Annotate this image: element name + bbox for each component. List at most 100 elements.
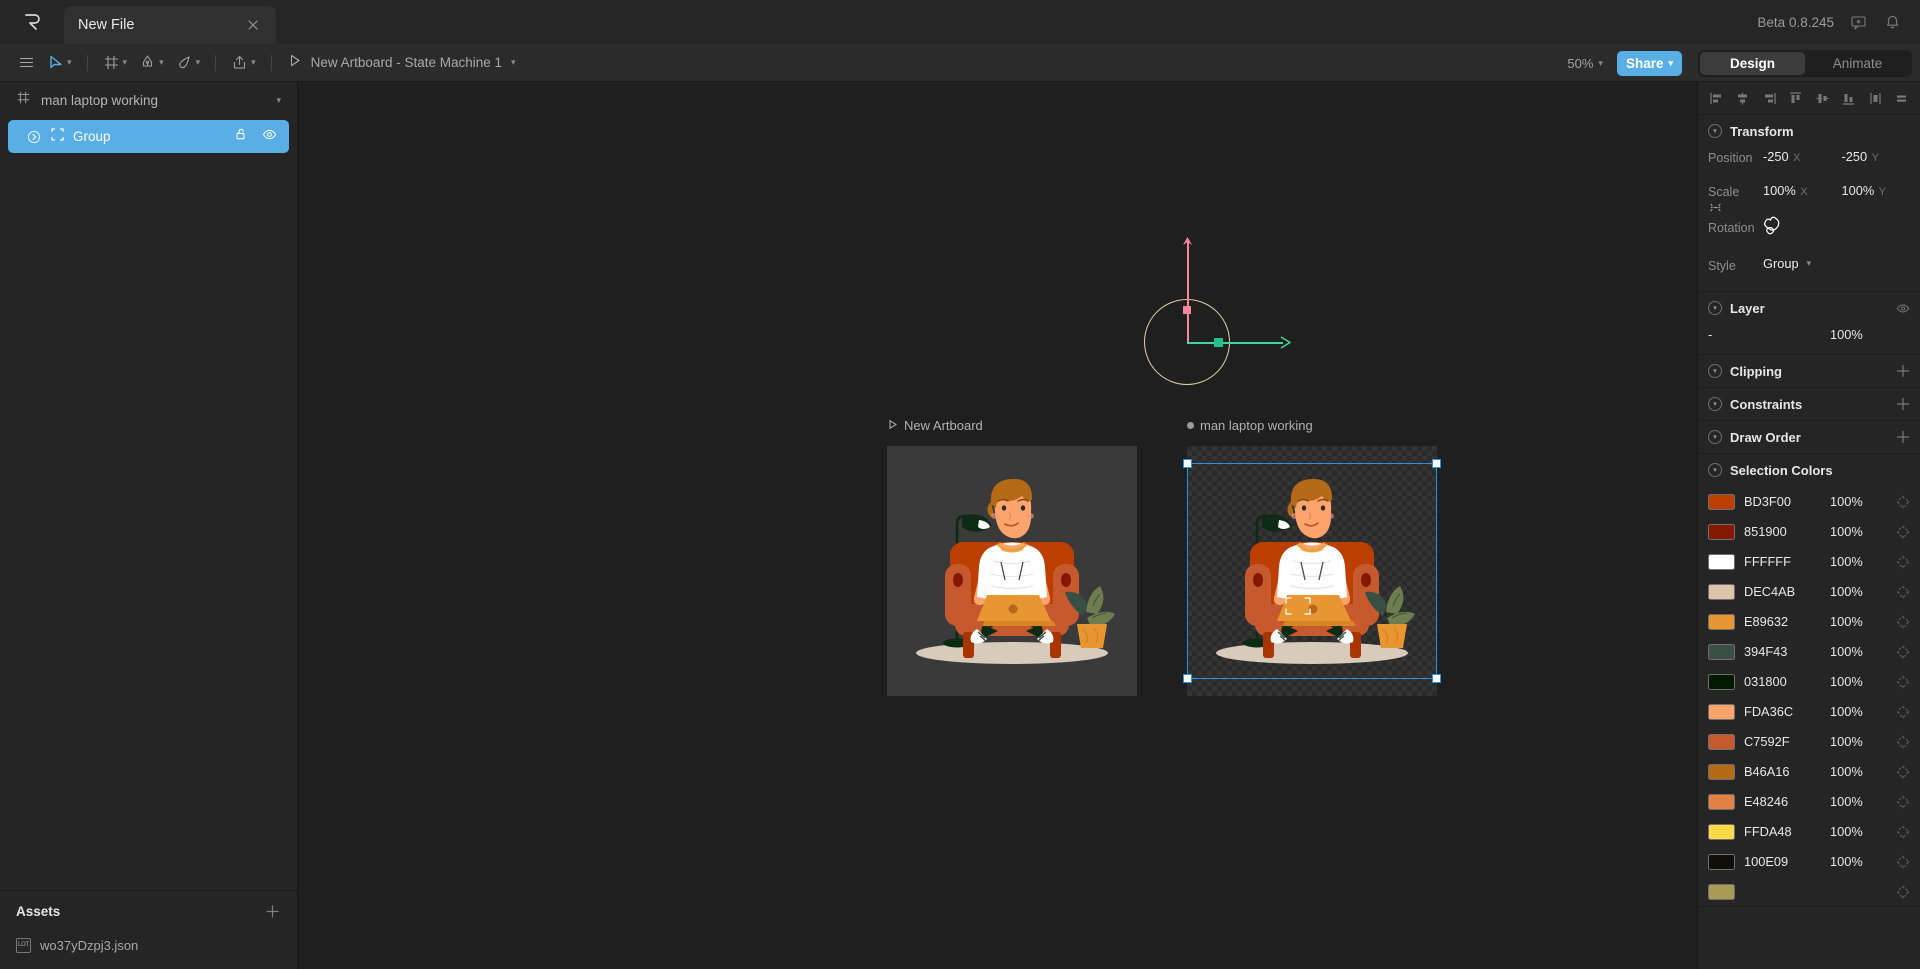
artboard-new-artboard[interactable]	[887, 446, 1137, 696]
artboard-tool-button[interactable]: ▾	[97, 44, 134, 82]
color-opacity-field[interactable]: 100%	[1830, 493, 1887, 511]
color-swatch[interactable]	[1708, 794, 1735, 810]
color-swatch[interactable]	[1708, 614, 1735, 630]
chevron-down-icon[interactable]: ▾	[511, 58, 516, 67]
transform-section-header[interactable]: ▾ Transform	[1698, 115, 1920, 147]
blend-mode-field[interactable]: -	[1708, 326, 1816, 344]
plus-icon[interactable]	[1896, 397, 1910, 411]
align-right-icon[interactable]	[1761, 90, 1778, 107]
color-hex-field[interactable]: FFDA48	[1744, 823, 1821, 841]
color-opacity-field[interactable]: 100%	[1830, 673, 1887, 691]
distribute-horizontal-icon[interactable]	[1867, 90, 1884, 107]
unlock-icon[interactable]	[234, 127, 248, 146]
target-crosshair-icon[interactable]	[1896, 765, 1910, 779]
scale-x-field[interactable]: 100% X	[1763, 182, 1832, 200]
chevron-down-icon[interactable]: ▾	[251, 58, 256, 67]
layer-opacity-field[interactable]: 100%	[1830, 326, 1910, 344]
color-hex-field[interactable]: BD3F00	[1744, 493, 1821, 511]
target-crosshair-icon[interactable]	[1896, 585, 1910, 599]
shape-tool-button[interactable]: ▾	[170, 44, 207, 82]
hamburger-menu-icon[interactable]	[12, 44, 41, 82]
color-opacity-field[interactable]: 100%	[1830, 733, 1887, 751]
chevron-down-icon[interactable]: ▾	[196, 58, 201, 67]
color-hex-field[interactable]: C7592F	[1744, 733, 1821, 751]
color-hex-field[interactable]: DEC4AB	[1744, 583, 1821, 601]
selection-color-row[interactable]: FDA36C100%	[1698, 696, 1920, 726]
state-machine-selector[interactable]: New Artboard - State Machine 1 ▾	[287, 53, 516, 73]
select-tool-button[interactable]: ▾	[41, 44, 78, 82]
color-swatch[interactable]	[1708, 854, 1735, 870]
color-opacity-field[interactable]: 100%	[1830, 523, 1887, 541]
selection-color-row[interactable]: 031800 100%	[1698, 666, 1920, 696]
target-crosshair-icon[interactable]	[1896, 735, 1910, 749]
color-opacity-field[interactable]: 100%	[1830, 553, 1887, 571]
color-hex-field[interactable]: 394F43	[1744, 643, 1821, 661]
color-swatch[interactable]	[1708, 764, 1735, 780]
target-crosshair-icon[interactable]	[1896, 525, 1910, 539]
bell-icon[interactable]	[1882, 12, 1902, 32]
align-bottom-icon[interactable]	[1840, 90, 1857, 107]
color-swatch[interactable]	[1708, 494, 1735, 510]
color-swatch[interactable]	[1708, 524, 1735, 540]
target-crosshair-icon[interactable]	[1896, 675, 1910, 689]
selection-color-row[interactable]: FFFFFF 100%	[1698, 546, 1920, 576]
chevron-down-icon[interactable]: ▾	[67, 58, 72, 67]
tab-design[interactable]: Design	[1700, 52, 1805, 75]
color-hex-field[interactable]: B46A16	[1744, 763, 1821, 781]
selection-color-row[interactable]: 394F43100%	[1698, 636, 1920, 666]
color-swatch[interactable]	[1708, 734, 1735, 750]
draw-order-section-header[interactable]: ▾ Draw Order	[1698, 421, 1920, 453]
target-crosshair-icon[interactable]	[1896, 855, 1910, 869]
target-crosshair-icon[interactable]	[1896, 705, 1910, 719]
target-crosshair-icon[interactable]	[1896, 825, 1910, 839]
color-swatch[interactable]	[1708, 824, 1735, 840]
chevron-down-icon[interactable]: ▾	[123, 58, 128, 67]
color-opacity-field[interactable]: 100%	[1830, 853, 1887, 871]
pen-tool-button[interactable]: ▾	[133, 44, 170, 82]
color-opacity-field[interactable]: 100%	[1830, 823, 1887, 841]
align-middle-vertical-icon[interactable]	[1814, 90, 1831, 107]
selection-color-row[interactable]: E48246100%	[1698, 786, 1920, 816]
artboard-label-new-artboard[interactable]: New Artboard	[887, 418, 983, 433]
color-hex-field[interactable]: 031800	[1744, 673, 1821, 691]
target-crosshair-icon[interactable]	[1896, 495, 1910, 509]
color-opacity-field[interactable]: 100%	[1830, 763, 1887, 781]
color-hex-field[interactable]: E89632	[1744, 613, 1821, 631]
color-opacity-field[interactable]: 100%	[1830, 613, 1887, 631]
chevron-down-icon[interactable]: ▾	[1807, 259, 1812, 268]
chevron-down-icon[interactable]: ▾	[1708, 124, 1722, 138]
color-hex-field[interactable]: FFFFFF	[1744, 553, 1821, 571]
selection-color-row[interactable]: BD3F00 100%	[1698, 486, 1920, 516]
selection-color-row[interactable]: C7592F 100%	[1698, 726, 1920, 756]
export-tool-button[interactable]: ▾	[225, 44, 262, 82]
chevron-down-icon[interactable]: ▾	[1708, 364, 1722, 378]
close-icon[interactable]	[244, 16, 262, 34]
distribute-vertical-icon[interactable]	[1893, 90, 1910, 107]
plus-icon[interactable]	[1896, 364, 1910, 378]
scale-y-field[interactable]: 100% Y	[1842, 182, 1911, 200]
rive-logo-icon[interactable]	[0, 0, 64, 44]
y-translate-handle[interactable]	[1183, 306, 1191, 314]
x-axis-handle[interactable]	[1187, 342, 1283, 344]
chevron-down-icon[interactable]: ▾	[1708, 430, 1722, 444]
chevron-down-icon[interactable]: ▾	[1708, 397, 1722, 411]
feedback-icon[interactable]	[1848, 12, 1868, 32]
target-crosshair-icon[interactable]	[1896, 885, 1910, 899]
x-translate-handle[interactable]	[1214, 338, 1223, 347]
hierarchy-header[interactable]: man laptop working ▾	[0, 82, 297, 118]
target-crosshair-icon[interactable]	[1896, 795, 1910, 809]
color-hex-field[interactable]: FDA36C	[1744, 703, 1821, 721]
color-swatch[interactable]	[1708, 674, 1735, 690]
color-swatch[interactable]	[1708, 644, 1735, 660]
chevron-down-icon[interactable]: ▾	[1708, 301, 1722, 315]
link-scale-icon[interactable]	[1709, 201, 1722, 217]
selection-color-row[interactable]: 851900100%	[1698, 516, 1920, 546]
plus-icon[interactable]	[1896, 430, 1910, 444]
artboard-label-man-laptop-working[interactable]: man laptop working	[1187, 418, 1313, 433]
color-swatch[interactable]	[1708, 584, 1735, 600]
selection-color-row[interactable]	[1698, 876, 1920, 906]
target-crosshair-icon[interactable]	[1896, 615, 1910, 629]
color-opacity-field[interactable]: 100%	[1830, 583, 1887, 601]
chevron-down-icon[interactable]: ▾	[1708, 463, 1722, 477]
zoom-control[interactable]: 50% ▾	[1563, 56, 1607, 71]
